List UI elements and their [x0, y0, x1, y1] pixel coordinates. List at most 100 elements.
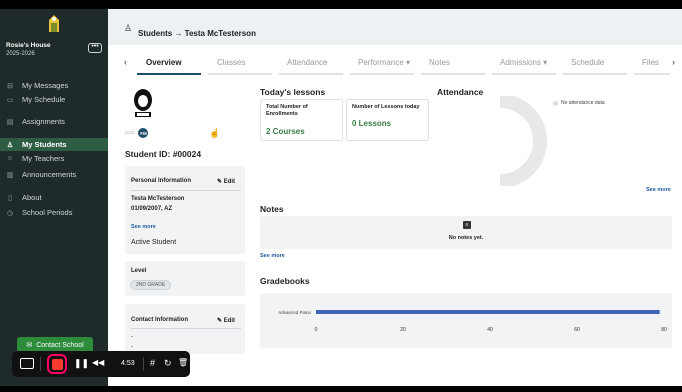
sidebar-item-about[interactable]: ▯ About: [0, 191, 108, 204]
sidebar-item-announcements[interactable]: ▥ Announcements: [0, 168, 108, 181]
stop-icon: [51, 358, 63, 370]
student-dob-state: 01/09/2007, AZ: [131, 206, 173, 212]
tab-underline: [208, 73, 272, 75]
divider: [131, 328, 241, 329]
todays-lessons-title: Today's lessons: [260, 87, 326, 97]
lessons-today-label: Number of Lessons today: [352, 104, 420, 110]
tab-underline: [492, 73, 556, 75]
tab-underline: [634, 73, 670, 75]
tab-notes[interactable]: Notes: [429, 58, 450, 67]
student-avatar: [134, 89, 152, 117]
tab-classes[interactable]: Classes: [217, 58, 245, 67]
sidebar-item-assignments[interactable]: ▤ Assignments: [0, 115, 108, 128]
hand-cursor-icon: ☝: [209, 128, 221, 138]
tab-performance[interactable]: Performance ▾: [358, 58, 410, 67]
student-name: Testa McTesterson: [131, 196, 185, 202]
rewind-button[interactable]: ◀◀: [92, 358, 104, 367]
sidebar-item-my-schedule[interactable]: ▭ My Schedule: [0, 93, 108, 106]
legend-dot: [553, 100, 558, 106]
assignments-icon: ▤: [6, 118, 14, 126]
stop-recording-button[interactable]: [47, 354, 67, 374]
tab-files[interactable]: Files: [642, 58, 659, 67]
x-tick-label: 20: [400, 327, 406, 333]
student-badges: ▭▭ FM: [125, 128, 149, 138]
tab-underline: [563, 73, 627, 75]
student-icon: ♙: [6, 141, 14, 149]
announcements-icon: ▥: [6, 171, 14, 179]
initials-badge: FM: [138, 128, 149, 138]
level-title: Level: [131, 268, 147, 274]
calendar-icon: ▭: [6, 96, 14, 104]
tabs-next-arrow[interactable]: ›: [672, 57, 675, 67]
tab-underline: [350, 73, 414, 75]
mail-icon: ✉: [26, 342, 33, 349]
attendance-donut-chart: [499, 96, 547, 186]
x-tick-label: 80: [661, 327, 667, 333]
student-id: Student ID: #00024: [125, 149, 202, 159]
tab-overview[interactable]: Overview: [146, 58, 182, 67]
attendance-see-more-link[interactable]: See more: [646, 187, 671, 193]
edit-personal-button[interactable]: ✎ Edit: [217, 178, 235, 185]
clock-icon: ◷: [6, 209, 14, 217]
tab-admissions[interactable]: Admissions ▾: [500, 58, 547, 67]
trash-icon[interactable]: 🗑: [178, 358, 188, 367]
contact-info-title: Contact Information: [131, 317, 188, 323]
tab-schedule[interactable]: Schedule: [571, 58, 604, 67]
category-label: Advanced Piano: [278, 310, 311, 315]
notes-empty-message: No notes yet.: [448, 235, 484, 241]
sidebar-item-my-students[interactable]: ♙ My Students: [0, 138, 108, 151]
about-icon: ▯: [8, 194, 12, 202]
sidebar-item-label: My Teachers: [22, 154, 65, 163]
bottom-black-bar: [0, 386, 682, 392]
tabs-prev-arrow[interactable]: ‹: [124, 57, 127, 67]
contact-school-label: Contact School: [36, 341, 84, 349]
level-badge: 2ND GRADE: [130, 280, 172, 290]
refresh-icon[interactable]: ↻: [164, 358, 172, 369]
notes-see-more-link[interactable]: See more: [260, 253, 285, 259]
contact-line: -: [131, 334, 133, 340]
divider: [131, 190, 241, 191]
messages-icon: ⊟: [7, 82, 13, 90]
sidebar-item-label: Announcements: [22, 170, 77, 179]
tab-underline: [421, 73, 485, 75]
grade-bar: [316, 310, 660, 314]
sidebar-item-label: My Schedule: [22, 95, 66, 104]
contact-info-card: Contact Information ✎ Edit - -: [125, 304, 245, 354]
note-icon: ≡: [463, 221, 471, 229]
gradebooks-title: Gradebooks: [260, 276, 310, 286]
personal-see-more-link[interactable]: See more: [131, 224, 156, 230]
level-card: Level 2ND GRADE: [125, 261, 245, 296]
x-tick-label: 60: [574, 327, 580, 333]
recording-time: 4:53: [121, 360, 135, 367]
separator: [40, 357, 41, 371]
notes-panel: ≡ No notes yet.: [260, 216, 672, 249]
gradebooks-panel: Advanced Piano 0 20 40 60 80: [260, 293, 672, 348]
attendance-legend-label: No attendance data: [561, 100, 605, 106]
attendance-legend: No attendance data: [553, 100, 605, 106]
lessons-today-card: Number of Lessons today 0 Lessons: [346, 99, 429, 141]
contact-line: -: [131, 344, 133, 350]
window-capture-icon[interactable]: [20, 358, 34, 369]
personal-info-card: Personal Information ✎ Edit Testa McTest…: [125, 166, 245, 254]
tab-underline-active: [137, 73, 201, 75]
tab-underline: [279, 73, 343, 75]
x-tick-label: 0: [315, 327, 318, 333]
sidebar-item-my-messages[interactable]: ⊟ My Messages: [0, 79, 108, 92]
sidebar-item-label: My Students: [22, 140, 67, 149]
enrollments-card: Total Number of Enrollments 2 Courses: [260, 99, 343, 141]
enrollments-label: Total Number of Enrollments: [266, 104, 308, 117]
sidebar-item-label: Assignments: [22, 117, 65, 126]
screen-recorder-toolbar: ❚❚ ◀◀ 4:53 # ↻ 🗑: [12, 351, 190, 377]
tab-attendance[interactable]: Attendance: [287, 58, 327, 67]
pause-button[interactable]: ❚❚: [74, 358, 89, 369]
sidebar-item-school-periods[interactable]: ◷ School Periods: [0, 206, 108, 219]
sidebar-item-label: School Periods: [22, 208, 73, 217]
edit-contact-button[interactable]: ✎ Edit: [217, 317, 235, 324]
sidebar-item-my-teachers[interactable]: ☺ My Teachers: [0, 152, 108, 165]
student-status: Active Student: [131, 239, 177, 246]
x-tick-label: 40: [487, 327, 493, 333]
sidebar-item-label: My Messages: [22, 81, 69, 90]
enrollments-value: 2 Courses: [266, 127, 305, 136]
personal-info-title: Personal Information: [131, 178, 192, 184]
grid-icon[interactable]: #: [150, 358, 155, 368]
